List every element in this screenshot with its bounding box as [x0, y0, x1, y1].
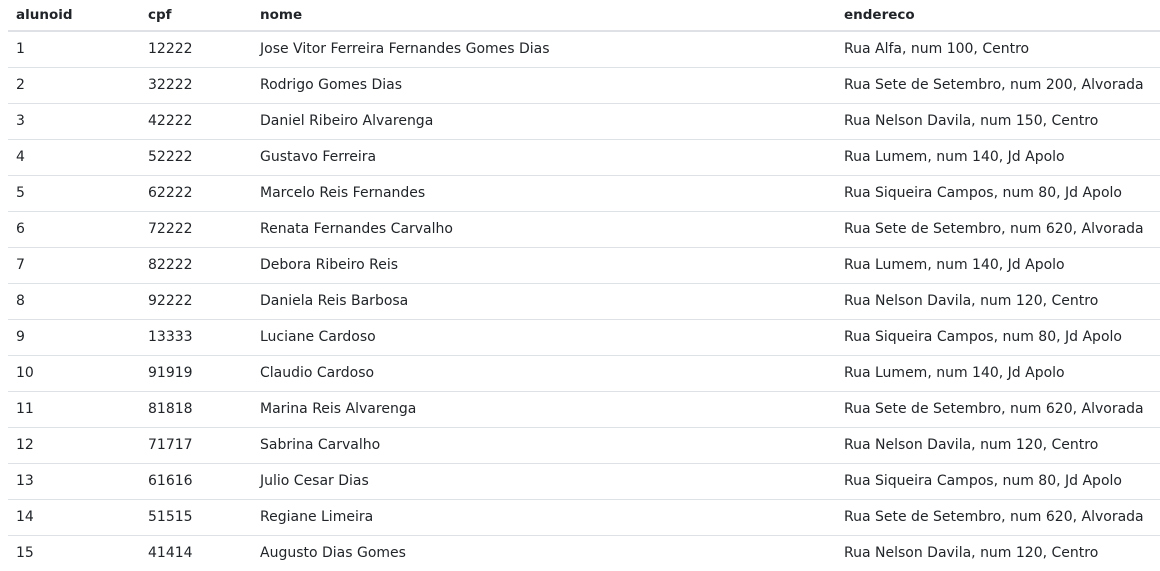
cell-cpf: 42222 — [140, 103, 252, 140]
cell-nome: Marina Reis Alvarenga — [252, 391, 836, 428]
alunos-table: alunoid cpf nome endereco 1 12222 Jose Vit… — [8, 0, 1160, 571]
cell-endereco: Rua Sete de Setembro, num 620, Alvorada — [836, 499, 1160, 536]
table-row: 5 62222 Marcelo Reis Fernandes Rua Siqueira… — [8, 175, 1160, 212]
table-row: 7 82222 Debora Ribeiro Reis Rua Lumem, num … — [8, 247, 1160, 284]
table-row: 1 12222 Jose Vitor Ferreira Fernandes Gome… — [8, 31, 1160, 68]
cell-alunoid: 5 — [8, 175, 140, 212]
cell-cpf: 32222 — [140, 67, 252, 104]
header-row: alunoid cpf nome endereco — [8, 0, 1160, 32]
cell-endereco: Rua Siqueira Campos, num 80, Jd Apolo — [836, 175, 1160, 212]
cell-endereco: Rua Sete de Setembro, num 620, Alvorada — [836, 211, 1160, 248]
cell-cpf: 13333 — [140, 319, 252, 356]
cell-endereco: Rua Nelson Davila, num 120, Centro — [836, 427, 1160, 464]
cell-cpf: 62222 — [140, 175, 252, 212]
cell-nome: Augusto Dias Gomes — [260, 545, 406, 562]
cell-alunoid: 9 — [8, 319, 140, 356]
cell-endereco: Rua Alfa, num 100, Centro — [836, 31, 1160, 68]
cell-endereco: Rua Lumem, num 140, Jd Apolo — [836, 355, 1160, 392]
cell-nome: Debora Ribeiro Reis — [252, 247, 836, 284]
cell-endereco: Rua Nelson Davila, num 120, Centro — [836, 283, 1160, 320]
cell-nome: Julio Cesar Dias — [252, 463, 836, 500]
cell-alunoid: 15 — [16, 545, 34, 562]
cell-nome: Luciane Cardoso — [252, 319, 836, 356]
cell-alunoid: 1 — [8, 31, 140, 68]
cell-cpf: 51515 — [140, 499, 252, 536]
table-row: 8 92222 Daniela Reis Barbosa Rua Nelson Dav… — [8, 283, 1160, 320]
column-header-cpf: cpf — [140, 0, 252, 32]
cell-alunoid: 4 — [8, 139, 140, 176]
alunos-table-container: alunoid cpf nome endereco 1 12222 Jose Vit… — [8, 0, 1160, 571]
table-body: 1 12222 Jose Vitor Ferreira Fernandes Gome… — [8, 31, 1160, 571]
cell-alunoid: 2 — [8, 67, 140, 104]
cell-endereco: Rua Sete de Setembro, num 620, Alvorada — [836, 391, 1160, 428]
cell-nome: Daniela Reis Barbosa — [252, 283, 836, 320]
cell-cpf: 71717 — [140, 427, 252, 464]
column-header-alunoid: alunoid — [8, 0, 140, 32]
table-row: 15 41414 Augusto Dias Gomes Rua Nelson Davi… — [8, 535, 1160, 571]
cell-cpf: 92222 — [140, 283, 252, 320]
table-row: 6 72222 Renata Fernandes Carvalho Rua Sete … — [8, 211, 1160, 248]
cell-endereco: Rua Siqueira Campos, num 80, Jd Apolo — [836, 319, 1160, 356]
table-row: 13 61616 Julio Cesar Dias Rua Siqueira Camp… — [8, 463, 1160, 500]
cell-cpf: 12222 — [140, 31, 252, 68]
cell-nome: Claudio Cardoso — [252, 355, 836, 392]
cell-endereco: Rua Lumem, num 140, Jd Apolo — [836, 247, 1160, 284]
cell-nome: Daniel Ribeiro Alvarenga — [252, 103, 836, 140]
cell-alunoid: 8 — [8, 283, 140, 320]
cell-cpf: 41414 — [148, 545, 193, 562]
cell-endereco: Rua Nelson Davila, num 150, Centro — [836, 103, 1160, 140]
cell-endereco: Rua Lumem, num 140, Jd Apolo — [836, 139, 1160, 176]
cell-cpf: 52222 — [140, 139, 252, 176]
cell-nome: Regiane Limeira — [252, 499, 836, 536]
table-row: 10 91919 Claudio Cardoso Rua Lumem, num 140… — [8, 355, 1160, 392]
table-row: 4 52222 Gustavo Ferreira Rua Lumem, num 140… — [8, 139, 1160, 176]
cell-alunoid: 3 — [8, 103, 140, 140]
cell-nome: Sabrina Carvalho — [252, 427, 836, 464]
cell-alunoid: 14 — [8, 499, 140, 536]
table-header: alunoid cpf nome endereco — [8, 0, 1160, 32]
cell-alunoid: 6 — [8, 211, 140, 248]
column-header-nome: nome — [252, 0, 836, 32]
cell-cpf: 91919 — [140, 355, 252, 392]
cell-alunoid: 10 — [8, 355, 140, 392]
table-row: 2 32222 Rodrigo Gomes Dias Rua Sete de Sete… — [8, 67, 1160, 104]
cell-cpf: 82222 — [140, 247, 252, 284]
table-row: 12 71717 Sabrina Carvalho Rua Nelson Davila… — [8, 427, 1160, 464]
cell-alunoid: 13 — [8, 463, 140, 500]
cell-nome: Marcelo Reis Fernandes — [252, 175, 836, 212]
cell-cpf: 72222 — [140, 211, 252, 248]
table-row: 9 13333 Luciane Cardoso Rua Siqueira Campos… — [8, 319, 1160, 356]
table-row: 3 42222 Daniel Ribeiro Alvarenga Rua Nelson… — [8, 103, 1160, 140]
table-row: 11 81818 Marina Reis Alvarenga Rua Sete de … — [8, 391, 1160, 428]
cell-alunoid: 7 — [8, 247, 140, 284]
cell-alunoid: 12 — [8, 427, 140, 464]
cell-nome: Gustavo Ferreira — [252, 139, 836, 176]
cell-cpf: 81818 — [140, 391, 252, 428]
column-header-endereco: endereco — [836, 0, 1160, 32]
cell-alunoid: 11 — [8, 391, 140, 428]
cell-cpf: 61616 — [140, 463, 252, 500]
cell-nome: Renata Fernandes Carvalho — [252, 211, 836, 248]
table-row: 14 51515 Regiane Limeira Rua Sete de Setemb… — [8, 499, 1160, 536]
cell-nome: Rodrigo Gomes Dias — [252, 67, 836, 104]
cell-nome: Jose Vitor Ferreira Fernandes Gomes Dias — [252, 31, 836, 68]
cell-endereco: Rua Nelson Davila, num 120, Centro — [844, 545, 1099, 562]
cell-endereco: Rua Sete de Setembro, num 200, Alvorada — [836, 67, 1160, 104]
cell-endereco: Rua Siqueira Campos, num 80, Jd Apolo — [836, 463, 1160, 500]
